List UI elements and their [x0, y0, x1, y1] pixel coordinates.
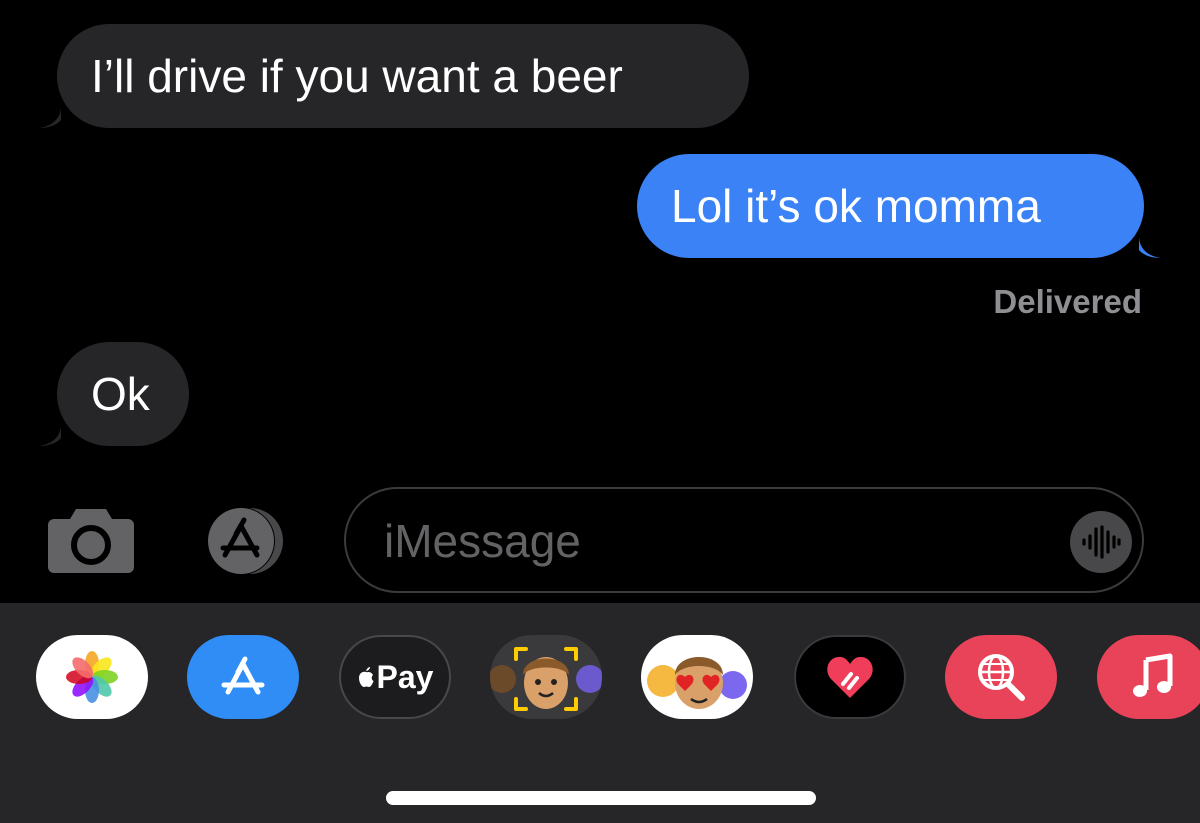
bubble-tail	[1139, 236, 1161, 258]
memoji-stickers-icon	[647, 657, 747, 709]
app-memoji-stickers[interactable]	[641, 635, 753, 719]
audio-message-button[interactable]	[1070, 511, 1132, 573]
app-app-store[interactable]	[187, 635, 299, 719]
bubble-tail	[39, 424, 61, 446]
app-memoji[interactable]	[490, 635, 602, 719]
messages-screen: I’ll drive if you want a beer Lol it’s o…	[0, 0, 1200, 823]
home-indicator[interactable]	[386, 791, 816, 805]
incoming-message-bubble[interactable]: I’ll drive if you want a beer	[39, 24, 749, 128]
music-note-icon	[1133, 653, 1173, 697]
app-music[interactable]	[1097, 635, 1200, 719]
app-digital-touch[interactable]	[794, 635, 906, 719]
apps-button[interactable]	[195, 506, 295, 576]
digital-touch-heart-icon	[827, 656, 873, 698]
outgoing-message-bubble[interactable]: Lol it’s ok momma	[637, 154, 1161, 258]
apple-pay-label: Pay	[376, 658, 434, 695]
photos-icon	[66, 651, 118, 703]
app-store-icon	[207, 507, 283, 575]
delivery-status: Delivered	[993, 283, 1142, 320]
message-text: I’ll drive if you want a beer	[91, 50, 623, 102]
audio-waveform-icon	[1082, 525, 1121, 559]
bubble-tail	[39, 106, 61, 128]
app-photos[interactable]	[36, 635, 148, 719]
app-store-icon	[221, 656, 265, 695]
globe-search-icon	[978, 654, 1025, 701]
message-text: Ok	[91, 368, 150, 420]
app-apple-pay[interactable]: Pay	[339, 635, 451, 719]
app-images-search[interactable]	[945, 635, 1057, 719]
message-compose-field[interactable]	[344, 487, 1144, 593]
message-input[interactable]	[382, 511, 1026, 571]
memoji-icon	[490, 647, 602, 711]
message-text: Lol it’s ok momma	[671, 180, 1041, 232]
camera-button[interactable]	[46, 505, 136, 575]
incoming-message-bubble[interactable]: Ok	[39, 342, 189, 446]
camera-icon	[48, 509, 134, 573]
app-drawer: Pay	[0, 603, 1200, 823]
apple-pay-icon	[358, 667, 374, 687]
